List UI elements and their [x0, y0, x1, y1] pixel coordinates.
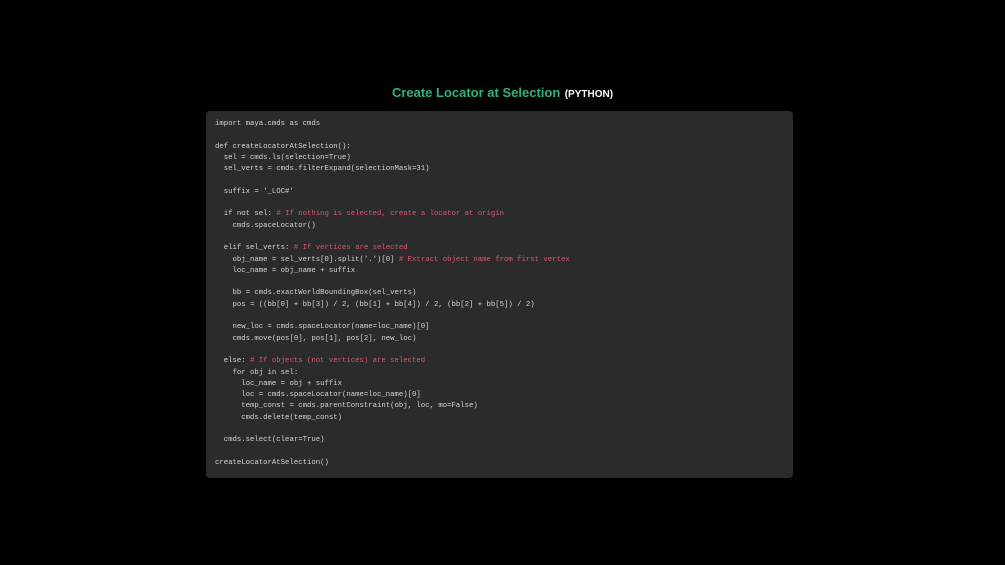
page-title: Create Locator at Selection (PYTHON) — [0, 84, 1005, 102]
code-line: temp_const = cmds.parentConstraint(obj, … — [215, 401, 784, 412]
title-text: Create Locator at Selection — [391, 85, 561, 100]
code-text: cmds.spaceLocator() — [215, 221, 316, 230]
code-line: import maya.cmds as cmds — [215, 119, 784, 130]
code-line: loc_name = obj_name + suffix — [215, 266, 784, 277]
code-line: if not sel: # If nothing is selected, cr… — [215, 209, 784, 220]
code-text: loc_name = obj_name + suffix — [215, 266, 356, 275]
code-text: for obj in sel: — [215, 368, 299, 377]
code-line: loc = cmds.spaceLocator(name=loc_name)[0… — [215, 390, 784, 401]
code-text: cmds.select(clear=True) — [215, 436, 325, 445]
code-line: suffix = '_LOC#' — [215, 187, 784, 198]
code-text: cmds.move(pos[0], pos[1], pos[2], new_lo… — [215, 334, 417, 343]
code-text: else: — [215, 357, 251, 366]
code-text: bb = cmds.exactWorldBoundingBox(sel_vert… — [215, 289, 417, 298]
code-comment: # If nothing is selected, create a locat… — [276, 210, 505, 219]
language-label: (PYTHON) — [564, 89, 614, 100]
code-line: sel_verts = cmds.filterExpand(selectionM… — [215, 164, 784, 175]
code-text: new_loc = cmds.spaceLocator(name=loc_nam… — [215, 323, 430, 332]
code-text: if not sel: — [215, 210, 277, 219]
code-text: loc = cmds.spaceLocator(name=loc_name)[0… — [215, 391, 421, 400]
code-text: cmds.delete(temp_const) — [215, 413, 342, 422]
code-line: new_loc = cmds.spaceLocator(name=loc_nam… — [215, 322, 784, 333]
code-text: pos = ((bb[0] + bb[3]) / 2, (bb[1] + bb[… — [215, 300, 535, 309]
code-text: suffix = '_LOC#' — [215, 187, 294, 196]
code-line: elif sel_verts: # If vertices are select… — [215, 243, 784, 254]
code-text: createLocatorAtSelection() — [215, 458, 329, 467]
code-line: bb = cmds.exactWorldBoundingBox(sel_vert… — [215, 288, 784, 299]
code-text: sel = cmds.ls(selection=True) — [215, 153, 351, 162]
code-line: for obj in sel: — [215, 368, 784, 379]
code-line: pos = ((bb[0] + bb[3]) / 2, (bb[1] + bb[… — [215, 300, 784, 311]
code-line: cmds.move(pos[0], pos[1], pos[2], new_lo… — [215, 334, 784, 345]
code-line: def createLocatorAtSelection(): — [215, 142, 784, 153]
code-comment: # If vertices are selected — [293, 244, 408, 253]
code-line: cmds.delete(temp_const) — [215, 413, 784, 424]
code-text: elif sel_verts: — [215, 244, 294, 253]
code-text: sel_verts = cmds.filterExpand(selectionM… — [215, 165, 430, 174]
code-line: cmds.select(clear=True) — [215, 435, 784, 446]
code-line: sel = cmds.ls(selection=True) — [215, 153, 784, 164]
code-text: obj_name = sel_verts[0].split('.')[0] — [215, 255, 399, 264]
code-block: import maya.cmds as cmds def createLocat… — [206, 111, 793, 478]
code-line: obj_name = sel_verts[0].split('.')[0] # … — [215, 255, 784, 266]
code-text: import maya.cmds as cmds — [215, 120, 321, 128]
code-text: def createLocatorAtSelection(): — [215, 142, 351, 151]
code-line: createLocatorAtSelection() — [215, 458, 784, 469]
code-comment: # If objects (not vertices) are selected — [250, 357, 426, 366]
code-text: temp_const = cmds.parentConstraint(obj, … — [215, 402, 478, 411]
code-line: else: # If objects (not vertices) are se… — [215, 356, 784, 367]
code-line: loc_name = obj + suffix — [215, 379, 784, 390]
code-comment: # Extract object name from first vertex — [398, 255, 570, 264]
code-text: loc_name = obj + suffix — [215, 379, 342, 388]
code-line: cmds.spaceLocator() — [215, 221, 784, 232]
